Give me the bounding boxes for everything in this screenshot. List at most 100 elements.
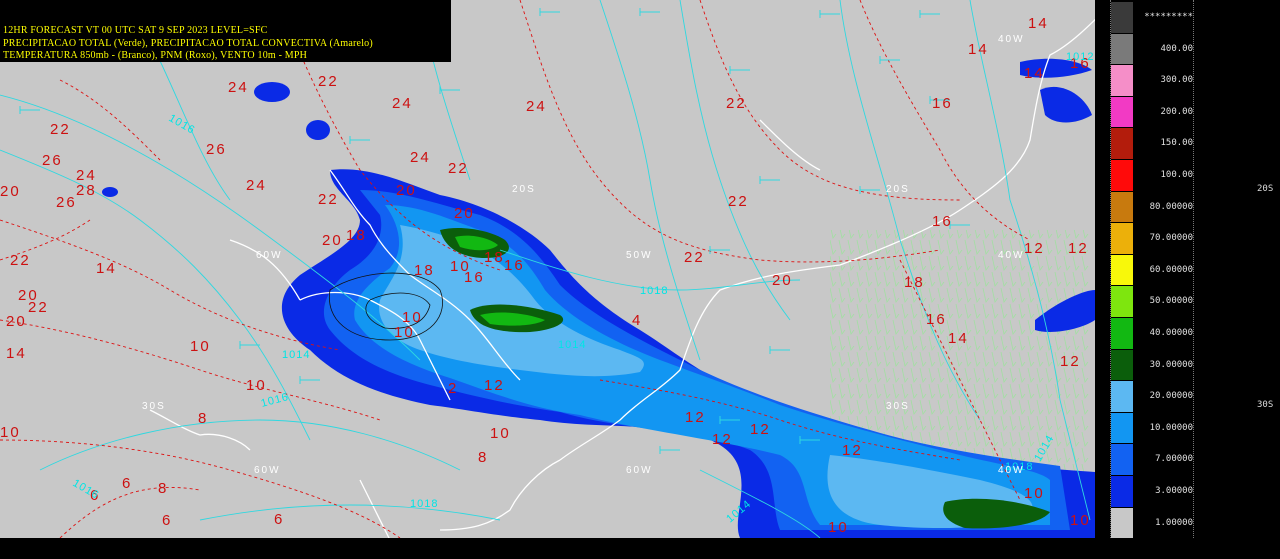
temp-label: 8 xyxy=(158,480,168,497)
colorbar-label: 3.00000 xyxy=(1155,486,1193,496)
temp-label: 20 xyxy=(454,205,475,222)
temp-label: 18 xyxy=(904,274,925,291)
temp-label: 10 xyxy=(402,309,423,326)
right-margin: 20S 30S xyxy=(1195,0,1280,538)
colorbar-label: 20.00000 xyxy=(1149,391,1193,402)
temp-label: 24 xyxy=(228,79,249,96)
temp-label: 22 xyxy=(684,249,705,266)
colorbar-swatch xyxy=(1111,160,1133,191)
temp-label: 22 xyxy=(728,193,749,210)
temp-label: 12 xyxy=(712,431,733,448)
temp-label: 14 xyxy=(1024,65,1045,82)
colorbar-swatch xyxy=(1111,65,1133,96)
temp-label: 10 xyxy=(450,258,471,275)
temp-label: 16 xyxy=(926,311,947,328)
temp-label: 8 xyxy=(198,410,208,427)
longitude-label: 50W xyxy=(626,250,653,261)
temp-label: 20 xyxy=(396,182,417,199)
latitude-label-upper: 20S xyxy=(1257,184,1274,194)
colorbar-swatch xyxy=(1111,349,1133,381)
temp-label: 6 xyxy=(274,511,284,528)
temp-label: 16 xyxy=(932,95,953,112)
temp-label: 10 xyxy=(828,519,849,536)
forecast-title: 12HR FORECAST VT 00 UTC SAT 9 SEP 2023 L… xyxy=(3,25,268,36)
temp-label: 16 xyxy=(504,257,525,274)
latitude-label: 20S xyxy=(886,184,910,195)
temp-label: 24 xyxy=(526,98,547,115)
temp-label: 18 xyxy=(484,249,505,266)
temp-label: 24 xyxy=(246,177,267,194)
colorbar-label: 50.00000 xyxy=(1149,296,1193,307)
temp-label: 18 xyxy=(346,227,367,244)
latitude-label: 20S xyxy=(512,184,536,195)
temp-label: 22 xyxy=(28,299,49,316)
temp-label: 14 xyxy=(1028,15,1049,32)
colorbar-label: 40.00000 xyxy=(1149,328,1193,338)
pressure-label: 1016 xyxy=(167,112,198,137)
temp-label: 10 xyxy=(1024,485,1045,502)
temp-label: 12 xyxy=(484,377,505,394)
temp-label: 12 xyxy=(1060,353,1081,370)
temp-label: 22 xyxy=(318,191,339,208)
colorbar-swatch xyxy=(1111,286,1133,317)
temp-label: 20 xyxy=(772,272,793,289)
temp-label: 28 xyxy=(76,182,97,199)
bottom-bar xyxy=(0,538,1280,559)
latitude-label-lower: 30S xyxy=(1257,400,1274,410)
pressure-label: 1012 xyxy=(1066,51,1094,63)
colorbar-label: 100.00 xyxy=(1160,170,1193,180)
temp-label: 22 xyxy=(726,95,747,112)
temp-label: 16 xyxy=(932,213,953,230)
pressure-label: 1018 xyxy=(640,285,668,297)
colorbar-swatch xyxy=(1111,191,1133,223)
fields-legend-text: TEMPERATURA 850mb - (Branco), PNM (Roxo)… xyxy=(3,50,308,61)
temp-label: 20 xyxy=(0,183,21,200)
colorbar: ********* 400.00 300.00 200.00 150.00 100.00 8… xyxy=(1110,0,1194,539)
forecast-map: 24 22 24 24 22 16 14 14 14 26 22 24 22 2… xyxy=(0,0,1095,538)
colorbar-label: 300.00 xyxy=(1160,75,1193,86)
temp-label: 26 xyxy=(42,152,63,169)
temp-label: 22 xyxy=(50,121,71,138)
temp-label: 10 xyxy=(246,377,267,394)
temp-label: 18 xyxy=(414,262,435,279)
temp-label: 12 xyxy=(685,409,706,426)
temp-label: 22 xyxy=(318,73,339,90)
colorbar-swatch xyxy=(1111,96,1133,128)
temp-label: 12 xyxy=(1068,240,1089,257)
colorbar-swatch xyxy=(1111,444,1133,475)
colorbar-swatch xyxy=(1111,223,1133,254)
temp-label: 14 xyxy=(948,330,969,347)
colorbar-swatch xyxy=(1111,412,1133,444)
temp-label: 12 xyxy=(750,421,771,438)
longitude-label: 60W xyxy=(256,250,283,261)
longitude-label: 60W xyxy=(254,465,281,476)
colorbar-swatch xyxy=(1111,33,1133,65)
temp-label: 26 xyxy=(206,141,227,158)
temp-label: 24 xyxy=(392,95,413,112)
longitude-label: 60W xyxy=(626,465,653,476)
temp-label: 22 xyxy=(448,160,469,177)
temp-label: 6 xyxy=(162,512,172,529)
temp-label: 10 xyxy=(190,338,211,355)
colorbar-swatch xyxy=(1111,381,1133,412)
colorbar-label: 60.00000 xyxy=(1149,264,1193,275)
temp-label: 8 xyxy=(478,449,488,466)
colorbar-label: 400.00 xyxy=(1160,43,1193,54)
longitude-label: 40W xyxy=(998,34,1025,45)
temp-label: 22 xyxy=(10,252,31,269)
map-title-box: 12HR FORECAST VT 00 UTC SAT 9 SEP 2023 L… xyxy=(0,0,451,62)
temp-label: 20 xyxy=(322,232,343,249)
temp-label: 14 xyxy=(968,41,989,58)
colorbar-label: 7.00000 xyxy=(1155,454,1193,465)
pressure-label: 1016 xyxy=(71,477,102,502)
temp-label: 20 xyxy=(6,313,27,330)
colorbar-swatch xyxy=(1111,2,1133,33)
colorbar-label: 200.00 xyxy=(1160,106,1193,117)
temp-label: 24 xyxy=(410,149,431,166)
colorbar-label: 70.00000 xyxy=(1149,233,1193,244)
colorbar-label: 1.00000 xyxy=(1155,517,1193,528)
temp-label: 4 xyxy=(632,312,642,329)
precip-legend-text: PRECIPITACAO TOTAL (Verde), PRECIPITACAO… xyxy=(3,38,373,49)
pressure-label: 1014 xyxy=(282,349,310,361)
longitude-label: 40W xyxy=(998,250,1025,261)
